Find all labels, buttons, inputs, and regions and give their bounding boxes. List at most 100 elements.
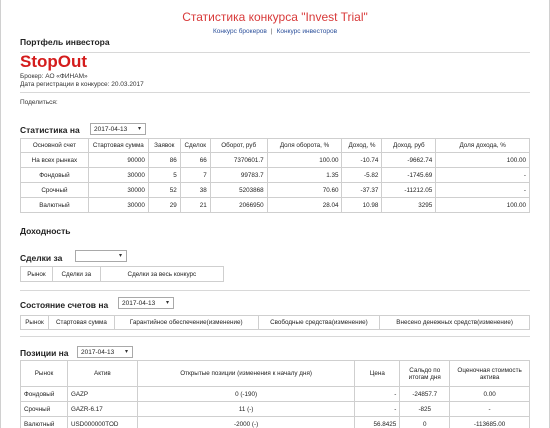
chevron-down-icon: ▾ — [165, 300, 169, 306]
stats-col-start: Стартовая сумма — [87, 138, 149, 153]
stats-date-value: 2017-04-13 — [94, 126, 128, 133]
table-cell: -37.37 — [341, 182, 383, 198]
table-cell: - — [435, 182, 530, 198]
table-cell: -10.74 — [341, 152, 383, 168]
table-cell: -24857.7 — [399, 386, 451, 402]
accounts-table: Рынок Стартовая сумма Гарантийное обеспе… — [20, 315, 530, 330]
stats-date-select[interactable]: 2017-04-13 ▾ — [90, 123, 146, 135]
positions-col-balance: Сальдо по итогам дня — [399, 360, 451, 387]
table-cell: 10.98 — [341, 197, 383, 213]
stats-col-turnover: Оборот, руб — [209, 138, 268, 153]
positions-header-row: Рынок Актив Открытые позиции (изменения … — [20, 360, 530, 387]
table-cell: 30000 — [87, 167, 149, 183]
accounts-date-value: 2017-04-13 — [122, 300, 156, 307]
table-row: На всех рынках 90000 86 66 7370601.7 100… — [20, 152, 530, 168]
accounts-heading: Состояние счетов на — [20, 300, 109, 310]
deals-col-total: Сделки за весь конкурс — [99, 266, 225, 282]
table-cell: 2066950 — [209, 197, 268, 213]
table-cell: -1745.69 — [381, 167, 437, 183]
table-cell: 3295 — [381, 197, 437, 213]
divider — [20, 290, 530, 291]
chevron-down-icon: ▾ — [124, 349, 128, 355]
table-cell: 30000 — [87, 182, 149, 198]
table-cell: 100.00 — [266, 152, 343, 168]
income-heading: Доходность — [20, 226, 71, 236]
deals-table: Рынок Сделки за Сделки за весь конкурс — [20, 266, 225, 282]
divider — [20, 336, 530, 337]
table-cell: -11212.05 — [381, 182, 437, 198]
table-cell: 11 (-) — [136, 401, 356, 417]
table-cell: - — [449, 401, 530, 417]
table-cell: 7370601.7 — [209, 152, 268, 168]
stats-col-income-share: Доля дохода, % — [435, 138, 530, 153]
table-cell: Валютный — [20, 197, 89, 213]
stats-col-orders: Заявок — [147, 138, 181, 153]
table-row: Валютный USD000000TOD -2000 (-) 56.8425 … — [20, 416, 530, 428]
table-row: Фондовый 30000 5 7 99783.7 1.35 -5.82 -1… — [20, 167, 530, 183]
share-label: Поделиться: — [20, 99, 58, 106]
table-cell: 100.00 — [435, 152, 530, 168]
accounts-header-row: Рынок Стартовая сумма Гарантийное обеспе… — [20, 315, 530, 330]
chevron-down-icon: ▾ — [118, 253, 122, 259]
table-cell: -9662.74 — [381, 152, 437, 168]
deals-heading: Сделки за — [20, 253, 63, 263]
table-cell: 99783.7 — [209, 167, 268, 183]
stats-col-income-pct: Доход, % — [341, 138, 383, 153]
deals-col-market: Рынок — [20, 266, 53, 282]
accounts-col-free: Свободные средства(изменение) — [257, 315, 381, 330]
table-cell: 5203868 — [209, 182, 268, 198]
table-row: Срочный GAZR-6.17 11 (-) - -825 - — [20, 401, 530, 417]
stats-col-account: Основной счет — [20, 138, 89, 153]
table-cell: -113685.00 — [449, 416, 530, 428]
table-cell: 29 — [147, 197, 181, 213]
positions-col-asset: Актив — [66, 360, 138, 387]
deals-header-row: Рынок Сделки за Сделки за весь конкурс — [20, 266, 225, 282]
table-cell: 30000 — [87, 197, 149, 213]
table-cell: 90000 — [87, 152, 149, 168]
table-cell: 70.60 — [266, 182, 343, 198]
table-cell: 66 — [179, 152, 211, 168]
table-cell: 0 (-190) — [136, 386, 356, 402]
table-cell: USD000000TOD — [66, 416, 138, 428]
stats-col-turnover-share: Доля оборота, % — [266, 138, 343, 153]
table-cell: -2000 (-) — [136, 416, 356, 428]
table-cell: Срочный — [20, 401, 68, 417]
table-cell: 21 — [179, 197, 211, 213]
accounts-date-select[interactable]: 2017-04-13 ▾ — [118, 297, 174, 309]
table-cell: Фондовый — [20, 167, 89, 183]
table-cell: Срочный — [20, 182, 89, 198]
table-cell: 7 — [179, 167, 211, 183]
table-cell: 56.8425 — [354, 416, 401, 428]
table-cell: На всех рынках — [20, 152, 89, 168]
table-cell: - — [435, 167, 530, 183]
stats-col-income-rub: Доход, руб — [381, 138, 437, 153]
table-cell: 100.00 — [435, 197, 530, 213]
table-cell: -5.82 — [341, 167, 383, 183]
table-cell: 86 — [147, 152, 181, 168]
stats-col-deals: Сделок — [179, 138, 211, 153]
positions-col-market: Рынок — [20, 360, 68, 387]
accounts-col-deposited: Внесено денежных средств(изменение) — [379, 315, 530, 330]
table-cell: Фондовый — [20, 386, 68, 402]
top-nav: Конкурс брокеров | Конкурс инвесторов — [0, 28, 550, 35]
table-row: Срочный 30000 52 38 5203868 70.60 -37.37… — [20, 182, 530, 198]
table-cell: 0 — [399, 416, 451, 428]
table-row: Фондовый GAZP 0 (-190) - -24857.7 0.00 — [20, 386, 530, 402]
nav-link-investors[interactable]: Конкурс инвесторов — [277, 28, 337, 35]
broker-label: Брокер: АО «ФИНАМ» — [20, 73, 88, 80]
positions-col-price: Цена — [354, 360, 401, 387]
table-cell: 38 — [179, 182, 211, 198]
divider — [20, 52, 530, 53]
nav-link-brokers[interactable]: Конкурс брокеров — [213, 28, 267, 35]
nav-separator: | — [270, 28, 273, 35]
table-cell: 28.04 — [266, 197, 343, 213]
table-cell: 52 — [147, 182, 181, 198]
registration-date: Дата регистрации в конкурсе: 20.03.2017 — [20, 81, 144, 88]
table-cell: -825 — [399, 401, 451, 417]
page-heading: Портфель инвестора — [20, 37, 110, 47]
table-cell: 1.35 — [266, 167, 343, 183]
positions-heading: Позиции на — [20, 348, 69, 358]
deals-period-select[interactable]: ▾ — [75, 250, 127, 262]
positions-col-open: Открытые позиции (изменения к началу дня… — [136, 360, 356, 387]
positions-date-select[interactable]: 2017-04-13 ▾ — [77, 346, 133, 358]
